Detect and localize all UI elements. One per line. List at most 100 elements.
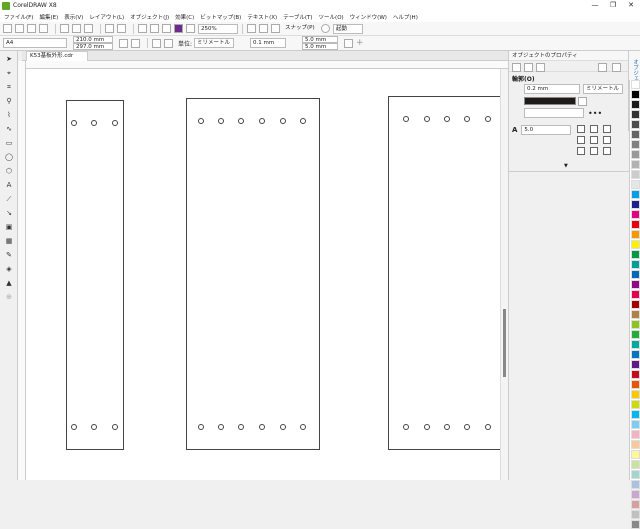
line-style-select[interactable]: [524, 108, 584, 118]
mounting-hole[interactable]: [198, 424, 204, 430]
palette-swatch[interactable]: [631, 470, 640, 479]
palette-swatch[interactable]: [631, 360, 640, 369]
mounting-hole[interactable]: [464, 424, 470, 430]
cap-square-icon[interactable]: [577, 136, 585, 144]
redo-icon[interactable]: [117, 24, 126, 33]
guidelines-icon[interactable]: [271, 24, 280, 33]
palette-swatch[interactable]: [631, 170, 640, 179]
mounting-hole[interactable]: [280, 424, 286, 430]
horizontal-ruler[interactable]: [22, 61, 508, 69]
palette-swatch[interactable]: [631, 480, 640, 489]
mounting-hole[interactable]: [71, 120, 77, 126]
mounting-hole[interactable]: [259, 118, 265, 124]
landscape-icon[interactable]: [131, 38, 140, 48]
collapse-arrow-icon[interactable]: ▼: [564, 163, 568, 169]
menu-tools[interactable]: ツール(O): [319, 13, 344, 21]
mounting-hole[interactable]: [424, 116, 430, 122]
mounting-hole[interactable]: [444, 424, 450, 430]
fill-icon[interactable]: [524, 63, 533, 72]
page-width-field[interactable]: 210.0 mm: [73, 36, 113, 43]
edit-all-pages-icon[interactable]: [344, 38, 354, 48]
palette-swatch[interactable]: [631, 80, 640, 89]
open-icon[interactable]: [15, 24, 24, 33]
nudge-distance-field[interactable]: 0.1 mm: [250, 38, 287, 48]
mounting-hole[interactable]: [218, 424, 224, 430]
mounting-hole[interactable]: [444, 116, 450, 122]
palette-swatch[interactable]: [631, 490, 640, 499]
palette-swatch[interactable]: [631, 230, 640, 239]
menu-text[interactable]: テキスト(X): [247, 13, 277, 21]
connector-tool-icon[interactable]: ↘: [4, 209, 14, 217]
outline-width-select[interactable]: 0.2 mm: [524, 84, 580, 94]
units-select[interactable]: ミリメートル: [194, 38, 235, 48]
all-pages-icon[interactable]: [152, 38, 161, 48]
palette-swatch[interactable]: [631, 330, 640, 339]
position-inside-icon[interactable]: [603, 147, 611, 155]
menu-view[interactable]: 表示(V): [64, 13, 83, 21]
corner-bevel-icon[interactable]: [603, 125, 611, 133]
full-screen-icon[interactable]: [186, 24, 195, 33]
polygon-tool-icon[interactable]: ⬡: [4, 167, 14, 175]
minimize-button[interactable]: —: [586, 0, 604, 11]
palette-swatch[interactable]: [631, 320, 640, 329]
mounting-hole[interactable]: [485, 424, 491, 430]
palette-swatch[interactable]: [631, 460, 640, 469]
mounting-hole[interactable]: [218, 118, 224, 124]
outline-color-swatch[interactable]: [524, 97, 576, 105]
launch-dropdown[interactable]: 起動: [333, 23, 363, 34]
palette-swatch[interactable]: [631, 520, 640, 529]
ellipse-tool-icon[interactable]: ◯: [4, 153, 14, 161]
palette-swatch[interactable]: [631, 210, 640, 219]
palette-swatch[interactable]: [631, 260, 640, 269]
close-button[interactable]: ✕: [622, 0, 640, 11]
add-tool-icon[interactable]: ⊕: [4, 293, 14, 301]
board-outline-3[interactable]: [388, 96, 504, 450]
print-icon[interactable]: [39, 24, 48, 33]
vertical-ruler[interactable]: [18, 61, 26, 480]
zoom-level-select[interactable]: 250%: [198, 23, 238, 34]
add-icon[interactable]: +: [356, 38, 365, 48]
palette-swatch[interactable]: [631, 190, 640, 199]
options-gear-icon[interactable]: [321, 24, 330, 33]
text-tool-icon[interactable]: A: [4, 181, 14, 189]
palette-swatch[interactable]: [631, 280, 640, 289]
palette-swatch[interactable]: [631, 300, 640, 309]
palette-swatch[interactable]: [631, 140, 640, 149]
palette-swatch[interactable]: [631, 500, 640, 509]
transparency-icon[interactable]: ▦: [4, 237, 14, 245]
drop-shadow-icon[interactable]: ▣: [4, 223, 14, 231]
menu-edit[interactable]: 編集(E): [39, 13, 58, 21]
menu-file[interactable]: ファイル(F): [4, 13, 33, 21]
mounting-hole[interactable]: [300, 118, 306, 124]
cap-round-icon[interactable]: [590, 136, 598, 144]
color-dropdown-icon[interactable]: [578, 96, 587, 106]
rulers-icon[interactable]: [247, 24, 256, 33]
import-icon[interactable]: [150, 24, 159, 33]
copy-icon[interactable]: [72, 24, 81, 33]
palette-swatch[interactable]: [631, 400, 640, 409]
maximize-button[interactable]: ❐: [604, 0, 622, 11]
menu-object[interactable]: オブジェクト(J): [130, 13, 169, 21]
drawing-canvas[interactable]: [26, 69, 504, 480]
position-outside-icon[interactable]: [577, 147, 585, 155]
search-content-icon[interactable]: [138, 24, 147, 33]
menu-layout[interactable]: レイアウト(L): [89, 13, 124, 21]
duplicate-y-field[interactable]: 5.0 mm: [302, 43, 339, 50]
palette-swatch[interactable]: [631, 220, 640, 229]
mounting-hole[interactable]: [464, 116, 470, 122]
grid-icon[interactable]: [259, 24, 268, 33]
palette-swatch[interactable]: [631, 200, 640, 209]
vertical-scrollbar[interactable]: [500, 69, 508, 480]
palette-swatch[interactable]: [631, 350, 640, 359]
mounting-hole[interactable]: [71, 424, 77, 430]
palette-swatch[interactable]: [631, 310, 640, 319]
scroll-thumb[interactable]: [503, 309, 506, 377]
mounting-hole[interactable]: [424, 424, 430, 430]
mounting-hole[interactable]: [198, 118, 204, 124]
portrait-icon[interactable]: [119, 38, 128, 48]
publish-pdf-icon[interactable]: [174, 24, 183, 33]
cap-extended-icon[interactable]: [603, 136, 611, 144]
menu-bitmaps[interactable]: ビットマップ(B): [200, 13, 241, 21]
miter-limit-field[interactable]: 5.0: [521, 125, 572, 135]
palette-swatch[interactable]: [631, 430, 640, 439]
